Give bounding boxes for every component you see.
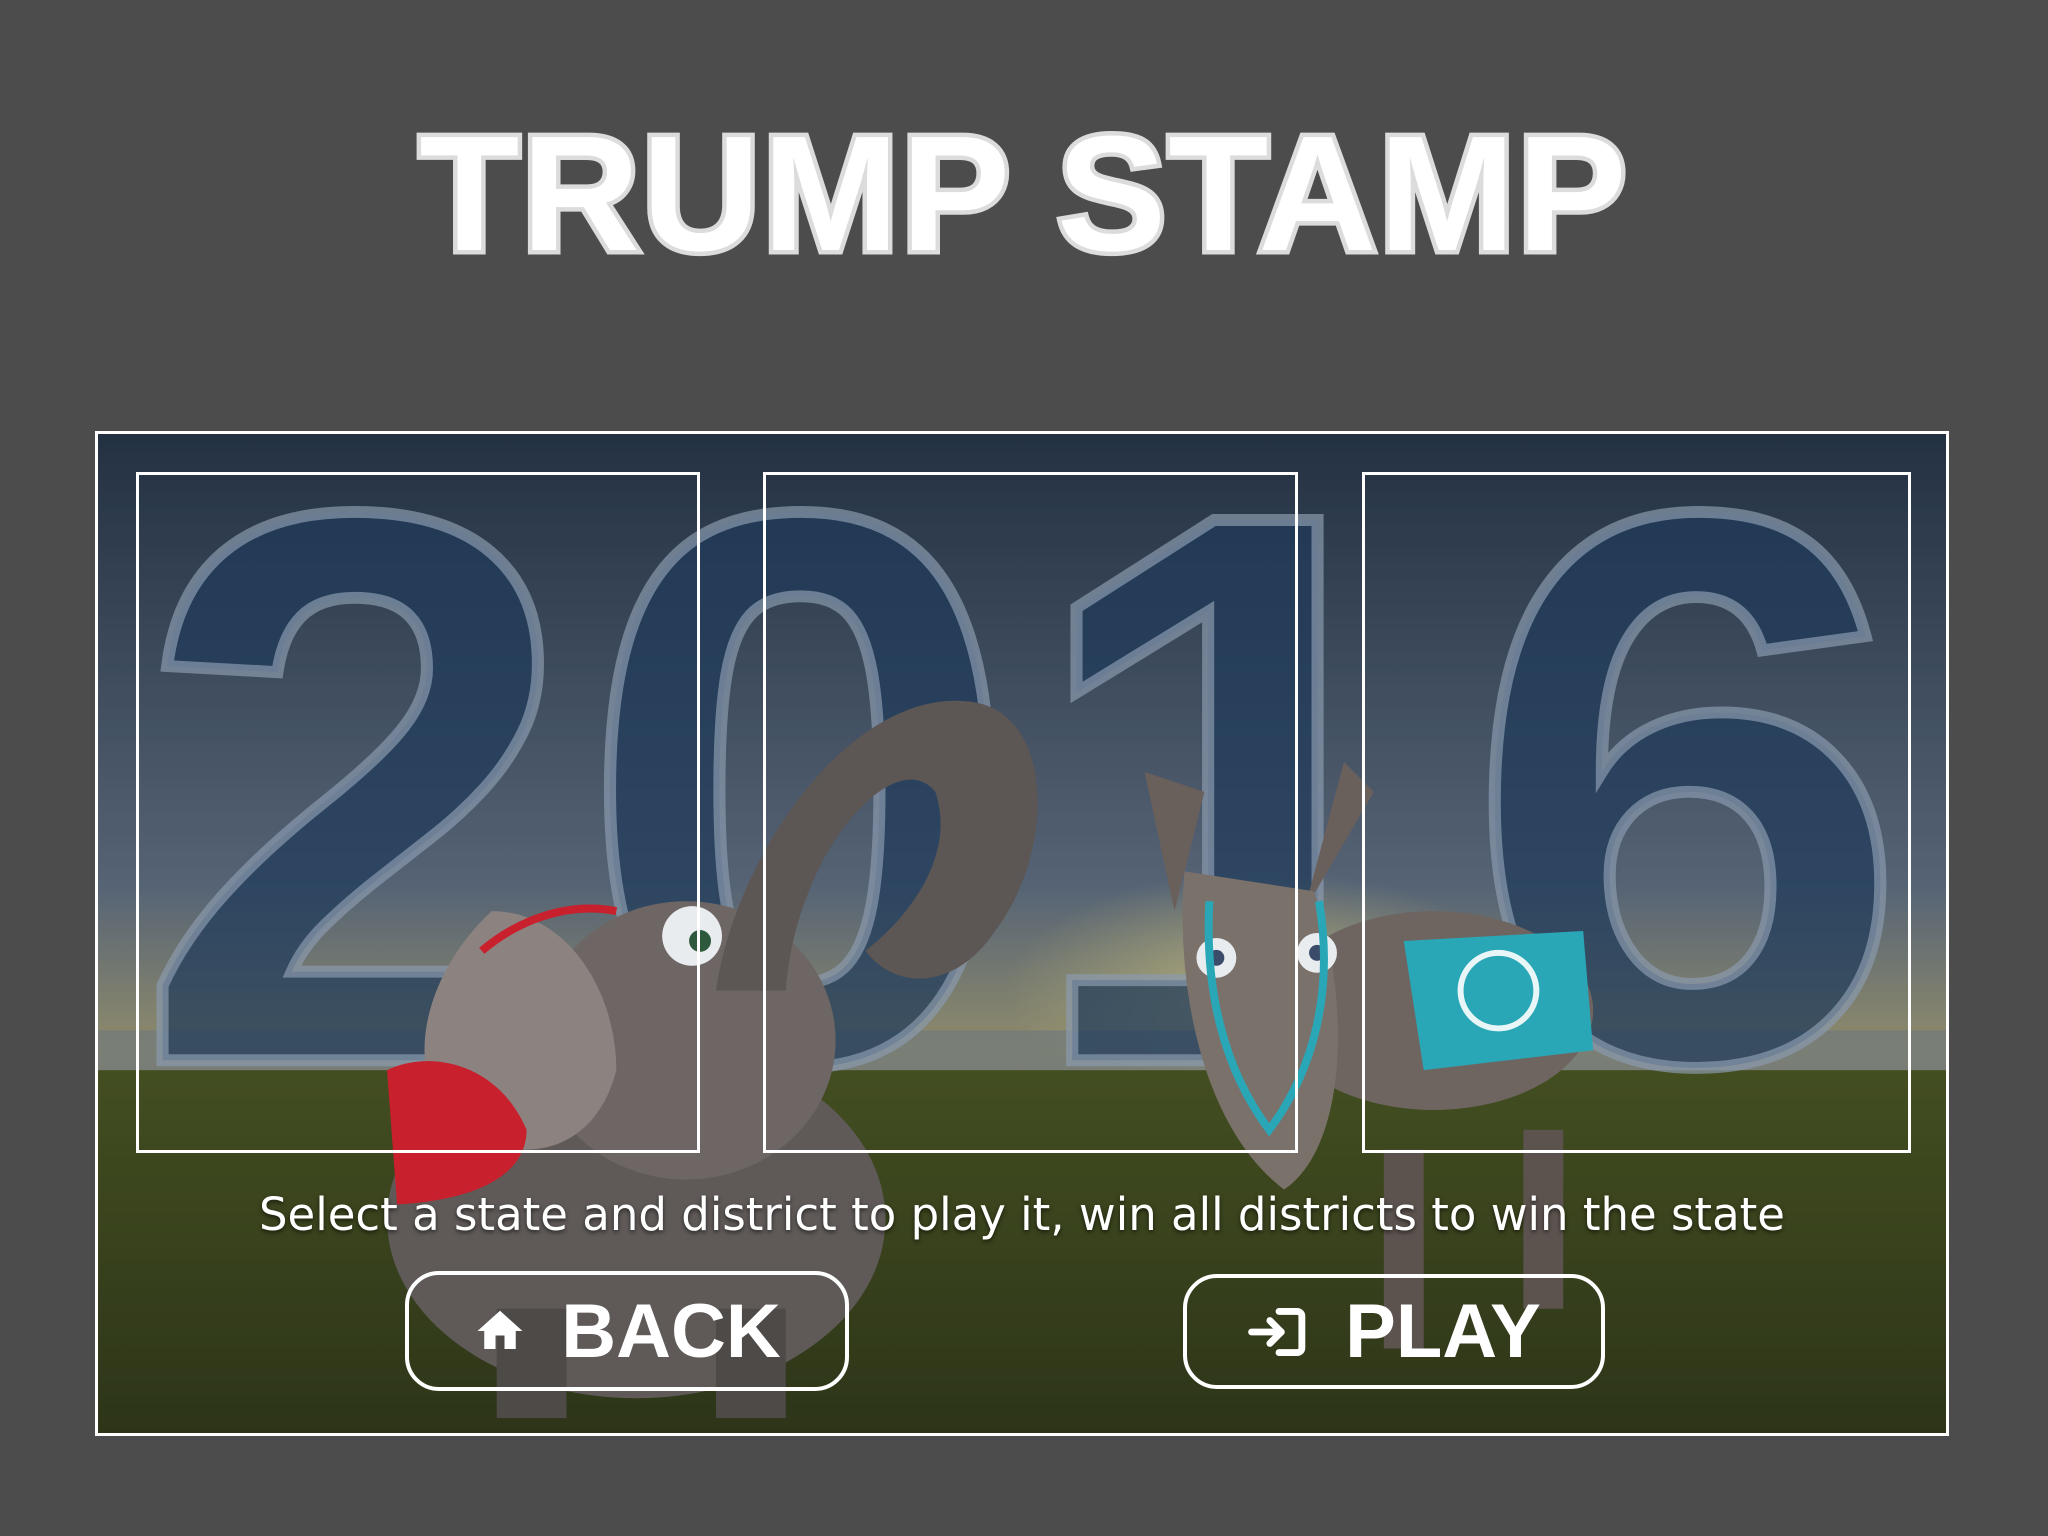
back-label: BACK [561,1288,781,1374]
year-slot-1[interactable] [136,472,700,1153]
year-slot-2[interactable] [763,472,1298,1153]
game-frame: 2016 [95,431,1949,1436]
instructions-text: Select a state and district to play it, … [258,1188,1785,1241]
year-slot-3[interactable] [1362,472,1911,1153]
game-title: TRUMP STAMP [415,102,1631,285]
play-button[interactable]: PLAY [1183,1274,1605,1389]
home-icon [473,1304,527,1358]
back-button[interactable]: BACK [405,1271,849,1391]
play-label: PLAY [1345,1289,1541,1374]
login-icon [1247,1303,1311,1361]
